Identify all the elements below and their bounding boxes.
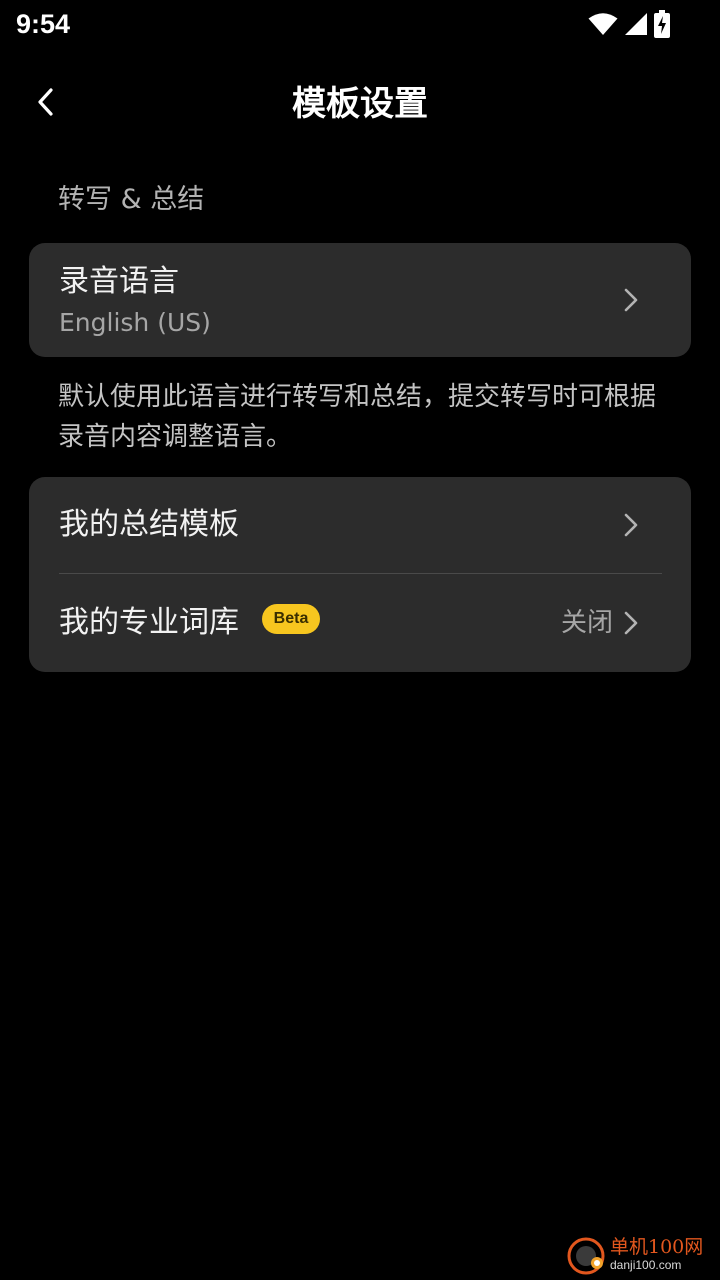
- status-bar: 9:54: [0, 0, 720, 50]
- watermark-logo-icon: [566, 1236, 606, 1276]
- chevron-right-icon: [623, 287, 639, 313]
- glossary-row[interactable]: 我的专业词库 关闭: [29, 575, 691, 671]
- chevron-right-icon: [623, 610, 639, 636]
- wifi-icon: [588, 12, 618, 36]
- watermark: 单机100网 danji100.com: [566, 1236, 716, 1276]
- glossary-label: 我的专业词库: [59, 605, 239, 640]
- recording-language-setting[interactable]: 录音语言 English (US): [29, 243, 691, 357]
- recording-language-title: 录音语言: [59, 264, 179, 299]
- section-label: 转写 & 总结: [58, 184, 205, 215]
- language-description: 默认使用此语言进行转写和总结，提交转写时可根据录音内容调整语言。: [58, 382, 657, 452]
- battery-charging-icon: [654, 10, 670, 38]
- divider: [59, 573, 662, 574]
- header: 模板设置: [0, 70, 720, 140]
- signal-icon: [624, 12, 648, 36]
- watermark-title: 单机100网: [610, 1236, 704, 1258]
- summary-templates-label: 我的总结模板: [59, 507, 239, 542]
- chevron-right-icon: [623, 512, 639, 538]
- glossary-status: 关闭: [560, 608, 613, 638]
- status-time: 9:54: [16, 9, 71, 39]
- settings-card: 我的总结模板 我的专业词库 关闭: [29, 477, 691, 672]
- watermark-subtitle: danji100.com: [610, 1258, 682, 1272]
- page-title: 模板设置: [292, 84, 428, 124]
- summary-templates-row[interactable]: 我的总结模板: [29, 477, 691, 573]
- beta-badge: Beta: [262, 604, 320, 634]
- status-icons: [588, 9, 670, 39]
- recording-language-value: English (US): [59, 308, 211, 337]
